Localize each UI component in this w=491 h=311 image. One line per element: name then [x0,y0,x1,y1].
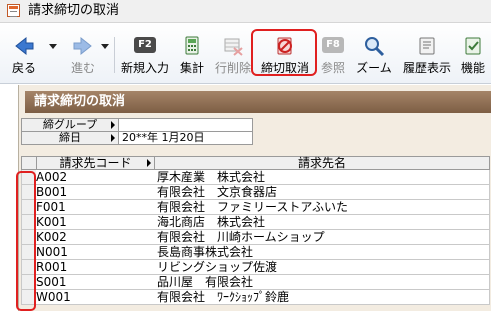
table-row[interactable]: A002 厚木産業 株式会社 [21,170,490,185]
header-check-cell [21,156,37,170]
table-header: 請求先コード 請求先名 [21,156,490,170]
column-header-name[interactable]: 請求先名 [154,156,490,170]
panel-title-bar: 請求締切の取消 [25,91,491,113]
client-name-cell: 有限会社 文京食器店 [154,185,490,200]
group-label-cell[interactable]: 締グループ [21,118,119,132]
checkbox-column-highlight [16,171,36,311]
function-icon [465,37,481,55]
chevron-down-icon[interactable] [100,43,110,51]
back-label: 戻る [11,61,36,75]
table-row[interactable]: S001 品川屋 有限会社 [21,275,490,290]
function-label: 機能 [460,61,485,75]
client-code-cell: K002 [36,230,155,245]
back-arrow-icon [15,36,34,56]
chevron-down-icon[interactable] [48,43,58,51]
name-header-label: 請求先名 [297,156,346,170]
client-code-cell: B001 [36,185,155,200]
zoom-label: ズーム [356,61,392,75]
date-value-field[interactable]: 20**年 1月20日 [118,131,253,145]
cancel-closing-highlight [251,29,317,76]
client-code-cell: A002 [36,170,155,185]
table-row[interactable]: K002 有限会社 川崎ホームショップ [21,230,490,245]
column-header-code[interactable]: 請求先コード [36,156,155,170]
total-label: 集計 [179,61,204,75]
client-code-cell: W001 [36,290,155,305]
client-name-cell: 厚木産業 株式会社 [154,170,490,185]
client-name-cell: 品川屋 有限会社 [154,275,490,290]
calculator-icon [185,36,199,55]
toolbar: 戻る 進む F2 新規入力 集計 行削除 締切取消 F8 参照 ズーム 履歴表示… [0,23,491,84]
f8-key-icon: F8 [322,37,344,53]
table-row[interactable]: K001 海北商店 株式会社 [21,215,490,230]
delete-row-button[interactable]: 行削除 [213,23,253,79]
table-row[interactable]: B001 有限会社 文京食器店 [21,185,490,200]
filter-grid: 締グループ 締日 20**年 1月20日 [21,118,490,148]
client-code-cell: N001 [36,245,155,260]
history-icon [419,37,435,55]
client-code-cell: F001 [36,200,155,215]
table-row[interactable]: F001 有限会社 ファミリーストアふいた [21,200,490,215]
history-label: 履歴表示 [402,61,451,75]
f2-key-icon: F2 [134,37,156,53]
date-value: 20**年 1月20日 [122,131,205,144]
client-name-cell: 海北商店 株式会社 [154,215,490,230]
title-bar: 請求締切の取消 [0,0,491,23]
new-entry-label: 新規入力 [120,61,169,75]
delete-row-label: 行削除 [214,61,251,75]
client-name-cell: 有限会社 川崎ホームショップ [154,230,490,245]
date-label-cell[interactable]: 締日 [21,131,119,145]
forward-arrow-icon [73,36,92,56]
chevron-right-icon [111,134,115,142]
client-name-cell: 有限会社 ファミリーストアふいた [154,200,490,215]
back-button[interactable]: 戻る [4,23,44,79]
panel-title: 請求締切の取消 [34,94,126,109]
total-button[interactable]: 集計 [175,23,209,79]
reference-label: 参照 [320,61,345,75]
chevron-right-icon [147,159,151,167]
group-value-field[interactable] [118,118,253,132]
new-entry-button[interactable]: F2 新規入力 [117,23,173,79]
date-label: 締日 [59,131,81,144]
chevron-right-icon [111,121,115,129]
app-icon [7,4,20,17]
client-code-cell: S001 [36,275,155,290]
table-row[interactable]: N001 長島商事株式会社 [21,245,490,260]
group-label: 締グループ [42,118,98,131]
zoom-button[interactable]: ズーム [350,23,398,79]
reference-button[interactable]: F8 参照 [318,23,348,79]
client-name-cell: リビングショップ佐渡 [154,260,490,275]
table-row[interactable]: R001 リビングショップ佐渡 [21,260,490,275]
code-header-label: 請求先コード [59,156,132,170]
window-title: 請求締切の取消 [28,3,120,18]
forward-button[interactable]: 進む [60,23,106,79]
magnifier-icon [365,37,385,57]
toolbar-separator [114,37,115,73]
client-code-cell: R001 [36,260,155,275]
client-name-cell: 有限会社 ﾜｰｸｼｮｯﾌﾟ鈴鹿 [154,290,490,305]
history-button[interactable]: 履歴表示 [400,23,454,79]
client-name-cell: 長島商事株式会社 [154,245,490,260]
forward-label: 進む [70,61,95,75]
main-panel: 請求締切の取消 締グループ 締日 20**年 1月20日 請求先コード 請求先名 [18,85,491,311]
client-code-cell: K001 [36,215,155,230]
delete-row-icon [224,38,243,56]
function-button[interactable]: 機能 [455,23,491,79]
table-row[interactable]: W001 有限会社 ﾜｰｸｼｮｯﾌﾟ鈴鹿 [21,290,490,305]
